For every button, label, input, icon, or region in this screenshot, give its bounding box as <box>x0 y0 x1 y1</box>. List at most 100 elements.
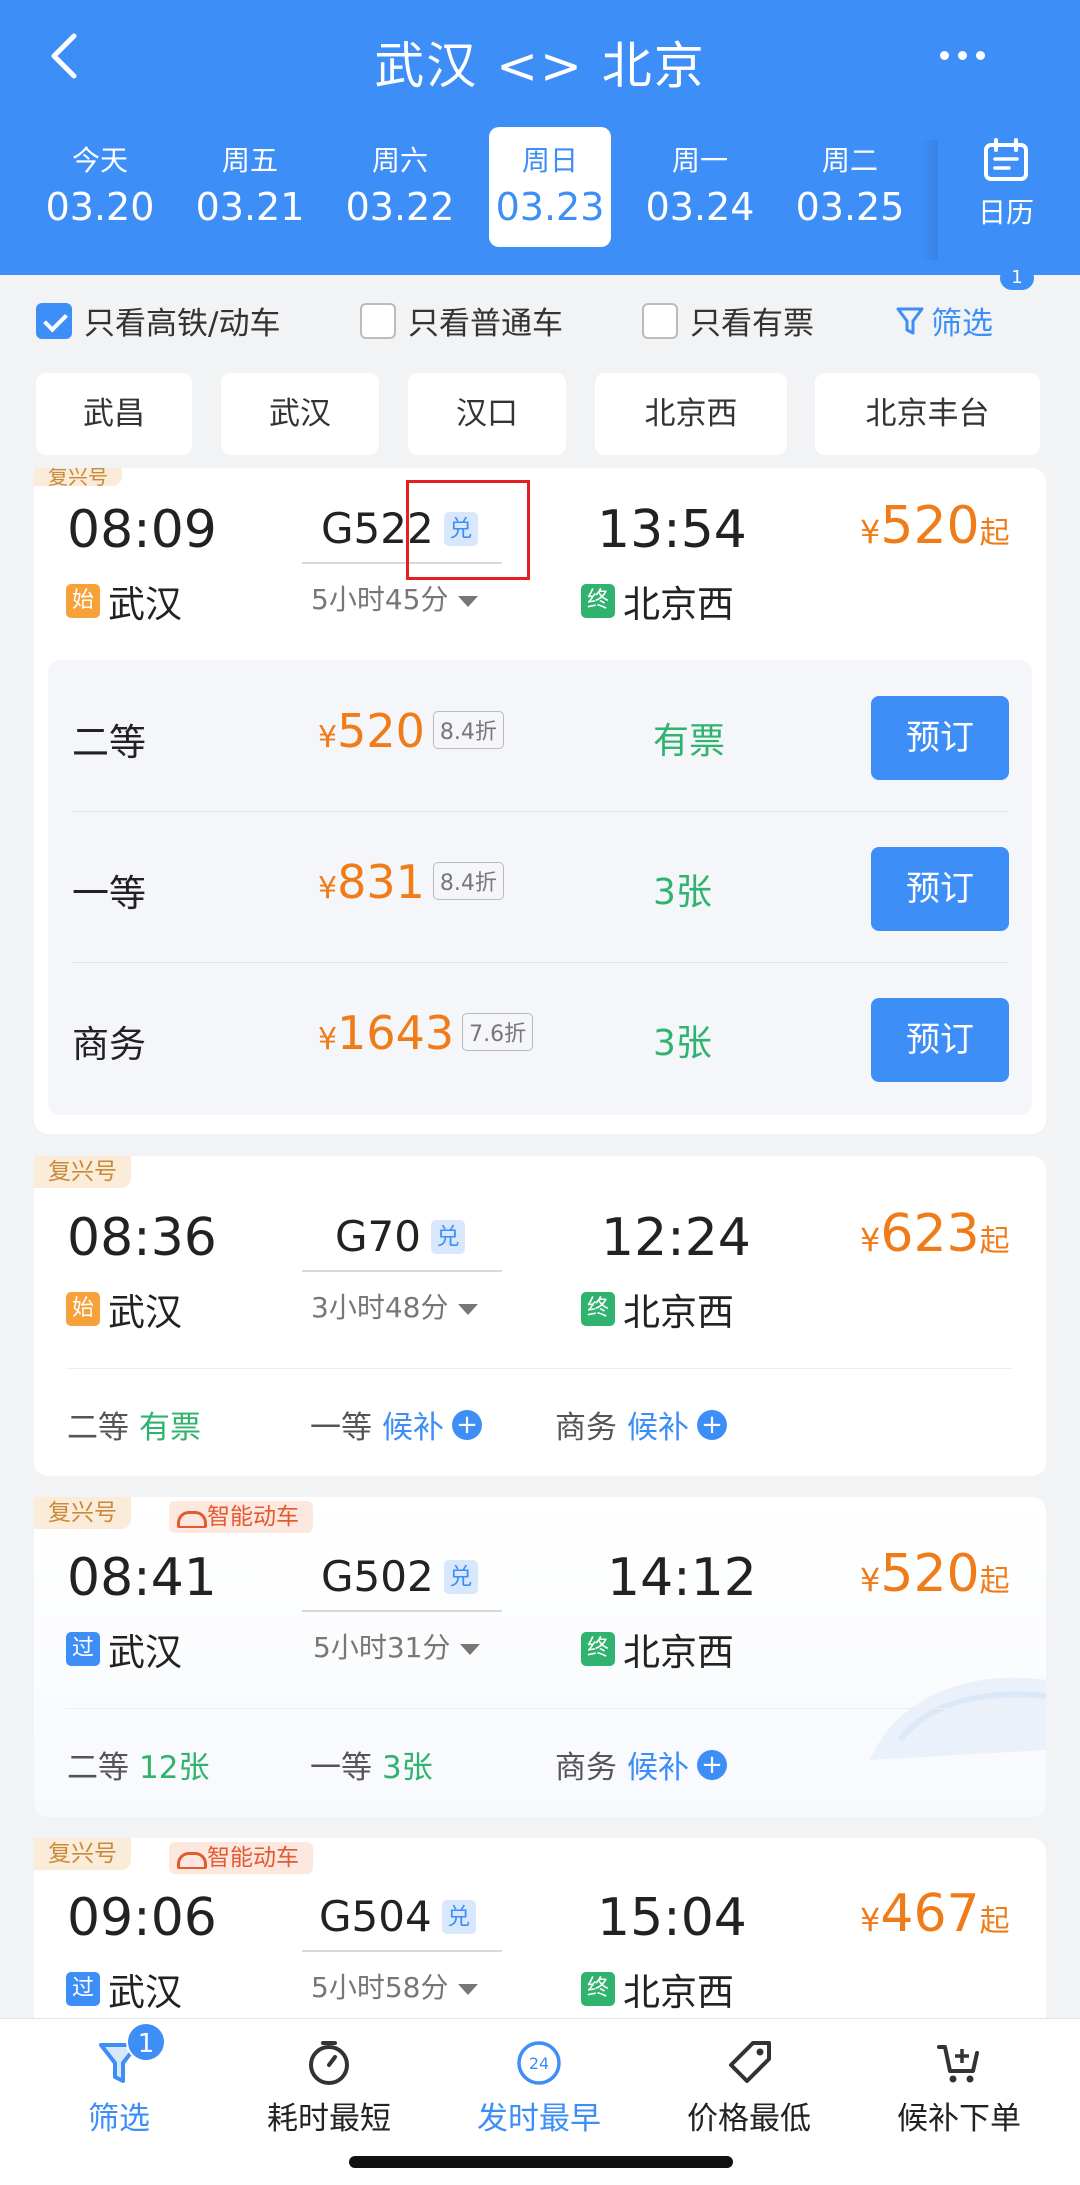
checkbox-label: 只看普通车 <box>408 306 563 342</box>
exchange-badge: 兑 <box>443 1559 478 1594</box>
date-weekday: 周六 <box>371 144 428 177</box>
date-scroll-edge <box>920 140 938 260</box>
filter-count-badge: 1 <box>1000 266 1034 290</box>
arrive-time: 14:12 <box>607 1548 757 1608</box>
header-bar: 武汉 <> 北京 今天 03.20 周五 03.21 周六 03.22 周日 0… <box>0 0 1080 275</box>
date-tab[interactable]: 周一 03.24 <box>639 127 761 247</box>
seat-summary: 二等 12张 <box>67 1742 209 1787</box>
seat-summary[interactable]: 一等 候补 + <box>310 1402 482 1447</box>
price-value: 623 <box>880 1204 980 1264</box>
checkbox-unchecked <box>642 302 678 339</box>
seat-class: 一等 <box>310 1750 372 1786</box>
date-weekday: 今天 <box>71 144 128 177</box>
fuxing-tag: 复兴号 <box>34 468 122 486</box>
tab-waitlist[interactable]: 候补下单 <box>869 2039 1049 2138</box>
available-only-checkbox[interactable]: 只看有票 <box>642 298 814 343</box>
station-chip[interactable]: 武昌 <box>36 373 192 455</box>
checkbox-label: 只看有票 <box>690 306 814 342</box>
fuxing-tag: 复兴号 <box>34 1838 131 1870</box>
tab-shortest[interactable]: 耗时最短 <box>239 2039 419 2138</box>
seat-class: 商务 <box>72 1023 146 1066</box>
destination-station: 终北京西 <box>581 574 734 628</box>
filter-label: 筛选 <box>931 306 993 342</box>
tab-cheapest[interactable]: 价格最低 <box>659 2039 839 2138</box>
plus-icon: + <box>697 1409 727 1440</box>
book-button[interactable]: 预订 <box>871 696 1009 780</box>
seat-availability: 3张 <box>653 1023 712 1064</box>
date-tab[interactable]: 周五 03.21 <box>189 127 311 247</box>
date-tab-selected[interactable]: 周日 03.23 <box>489 127 611 247</box>
timer-icon <box>309 2041 349 2085</box>
yen-sign: ¥ <box>318 871 338 906</box>
price-suffix: 起 <box>979 1224 1010 1259</box>
station-name: 北京西 <box>623 583 734 626</box>
duration[interactable]: 5小时45分 <box>311 578 478 618</box>
date-tab[interactable]: 周二 03.25 <box>789 127 911 247</box>
duration[interactable]: 5小时58分 <box>311 1966 478 2006</box>
station-chip[interactable]: 汉口 <box>408 373 566 455</box>
seat-row: 二等 ¥520 8.4折 有票 预订 <box>48 660 1032 811</box>
depart-time: 08:41 <box>67 1548 217 1608</box>
filter-button[interactable]: 筛选 <box>895 298 993 343</box>
more-button[interactable] <box>940 40 1000 70</box>
seat-status: 12张 <box>139 1750 210 1786</box>
calendar-button[interactable]: 日历 <box>970 137 1042 231</box>
tab-filter[interactable]: 筛选 <box>29 2039 209 2138</box>
seat-class: 商务 <box>555 1410 617 1446</box>
train-number: G504 兑 <box>319 1892 476 1941</box>
station-chip[interactable]: 北京丰台 <box>815 373 1040 455</box>
tab-label: 候补下单 <box>897 2101 1021 2137</box>
station-name: 北京西 <box>623 1971 734 2014</box>
tab-earliest[interactable]: 24 发时最早 <box>449 2039 629 2138</box>
price-tag-icon <box>729 2041 771 2083</box>
depart-time: 08:36 <box>67 1208 217 1268</box>
destination-station: 终北京西 <box>581 1622 734 1676</box>
seat-summary[interactable]: 商务 候补 + <box>555 1402 727 1447</box>
highlight-box <box>406 480 530 580</box>
yen-sign: ¥ <box>860 513 881 551</box>
yen-sign: ¥ <box>860 1221 881 1259</box>
seat-summary[interactable]: 商务 候补 + <box>555 1742 727 1787</box>
seat-availability: 有票 <box>653 721 726 762</box>
clock-24-icon: 24 <box>517 2041 561 2085</box>
tab-label: 筛选 <box>88 2101 150 2137</box>
arrive-time: 15:04 <box>597 1888 747 1948</box>
station-chip[interactable]: 武汉 <box>221 373 379 455</box>
seat-summary: 二等 有票 <box>67 1402 201 1447</box>
fuxing-tag: 复兴号 <box>34 1156 131 1188</box>
end-badge: 终 <box>581 584 615 618</box>
book-button[interactable]: 预订 <box>871 998 1009 1082</box>
calendar-icon <box>984 138 1028 181</box>
tab-label: 发时最早 <box>477 2101 601 2137</box>
seat-class: 二等 <box>67 1750 129 1786</box>
depart-time: 09:06 <box>67 1888 217 1948</box>
start-badge: 始 <box>66 1292 100 1326</box>
arrive-time: 12:24 <box>601 1208 751 1268</box>
home-indicator[interactable] <box>349 2156 733 2168</box>
discount-badge: 7.6折 <box>462 1013 534 1051</box>
origin-station: 始武汉 <box>66 574 182 628</box>
price-value: 467 <box>880 1884 980 1944</box>
start-badge: 始 <box>66 584 100 618</box>
duration[interactable]: 3小时48分 <box>311 1286 478 1326</box>
duration[interactable]: 5小时31分 <box>313 1626 480 1666</box>
station-chip[interactable]: 北京西 <box>595 373 787 455</box>
lowest-price: ¥520起 <box>860 1544 1010 1604</box>
price-value: 520 <box>880 496 980 556</box>
date-value: 03.23 <box>495 185 605 229</box>
book-button[interactable]: 预订 <box>871 847 1009 931</box>
date-tab[interactable]: 今天 03.20 <box>39 127 161 247</box>
funnel-icon <box>896 307 924 334</box>
seat-class: 一等 <box>310 1410 372 1446</box>
plus-icon: + <box>452 1409 482 1440</box>
high-speed-only-checkbox[interactable]: 只看高铁/动车 <box>36 298 280 343</box>
seat-list: 二等 ¥520 8.4折 有票 预订 一等 ¥831 8.4折 3张 预订 商务 ¥… <box>48 660 1032 1115</box>
date-value: 03.24 <box>645 185 755 229</box>
origin-station: 始武汉 <box>66 1282 182 1336</box>
date-value: 03.22 <box>345 185 455 229</box>
normal-only-checkbox[interactable]: 只看普通车 <box>360 298 563 343</box>
date-tab[interactable]: 周六 03.22 <box>339 127 461 247</box>
price-value: 831 <box>337 855 425 909</box>
lowest-price: ¥467起 <box>860 1884 1010 1944</box>
tab-label: 价格最低 <box>687 2101 811 2137</box>
